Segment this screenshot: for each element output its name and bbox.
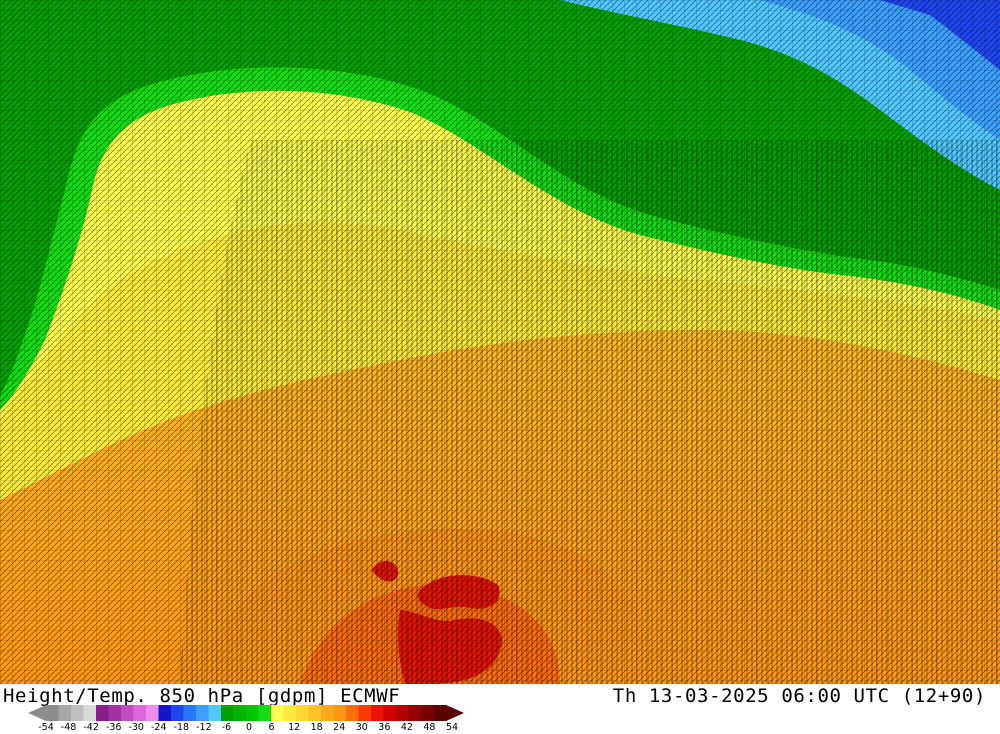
colorbar-segment xyxy=(171,705,184,721)
colorbar-segment xyxy=(108,705,122,721)
colorbar-segment xyxy=(158,705,172,721)
colorbar-tick-label: 30 xyxy=(355,722,368,733)
colorbar-segment xyxy=(371,705,384,721)
colorbar-tick-label: -42 xyxy=(83,722,99,733)
colorbar-segment xyxy=(383,705,397,721)
colorbar-segment xyxy=(321,705,334,721)
colorbar-segment xyxy=(246,705,259,721)
colorbar-segment xyxy=(258,705,272,721)
colorbar-tick-label: 6 xyxy=(268,722,275,733)
colorbar-segment xyxy=(271,705,284,721)
colorbar-segment xyxy=(408,705,422,721)
color-scale-bar xyxy=(28,705,464,721)
colorbar-tick-label: -36 xyxy=(105,722,122,733)
colorbar-tick-label: -24 xyxy=(151,722,167,733)
valid-time: Th 13-03-2025 06:00 UTC (12+90) xyxy=(612,685,986,707)
colorbar-tick-label: 12 xyxy=(288,722,301,733)
colorbar-segment xyxy=(96,705,109,721)
colorbar-segment xyxy=(58,705,72,721)
colorbar-tick-label: -6 xyxy=(221,722,232,733)
colorbar-tick-label: -54 xyxy=(38,722,54,733)
colorbar-tick-label: -12 xyxy=(196,722,212,733)
temperature-map xyxy=(0,0,1000,684)
colorbar-tick-label: -48 xyxy=(60,722,77,733)
colorbar-tick-label: 54 xyxy=(445,722,459,733)
colorbar-low-arrow xyxy=(28,705,46,721)
colorbar-high-arrow xyxy=(446,705,464,721)
colorbar-tick-label: 18 xyxy=(310,722,323,733)
colorbar-tick-label: -30 xyxy=(128,722,144,733)
colorbar-segment xyxy=(233,705,247,721)
colorbar-segment xyxy=(208,705,222,721)
colorbar-segment xyxy=(146,705,159,721)
colorbar-segment xyxy=(71,705,84,721)
colorbar-segment xyxy=(346,705,359,721)
colorbar-tick-label: 24 xyxy=(333,722,346,733)
color-scale-ticks: -54 -48 -42 -36 -30 -24 -18 -12 -6 0 6 12 18 24 30 36 42… xyxy=(0,722,480,734)
colorbar-segment xyxy=(308,705,322,721)
colorbar-segment xyxy=(46,705,59,721)
colorbar-segment xyxy=(221,705,234,721)
colorbar-segment xyxy=(133,705,147,721)
colorbar-tick-label: 0 xyxy=(245,722,253,733)
colorbar-segment xyxy=(196,705,209,721)
colorbar-segment xyxy=(358,705,372,721)
colorbar-tick-label: 42 xyxy=(400,722,413,733)
vertical-contours xyxy=(180,140,1000,684)
colorbar-segment xyxy=(396,705,409,721)
colorbar-segment xyxy=(421,705,434,721)
map-footer: Height/Temp. 850 hPa [gdpm] ECMWF Th 13-… xyxy=(0,684,1000,733)
colorbar-segment xyxy=(121,705,134,721)
colorbar-tick-label: 36 xyxy=(378,722,391,733)
colorbar-segment xyxy=(283,705,297,721)
colorbar-segment xyxy=(83,705,97,721)
colorbar-segment xyxy=(296,705,309,721)
colorbar-tick-label: 48 xyxy=(423,722,436,733)
colorbar-segment xyxy=(333,705,347,721)
colorbar-tick-label: -18 xyxy=(173,722,190,733)
colorbar-segment xyxy=(183,705,197,721)
colorbar-segment xyxy=(433,705,447,721)
